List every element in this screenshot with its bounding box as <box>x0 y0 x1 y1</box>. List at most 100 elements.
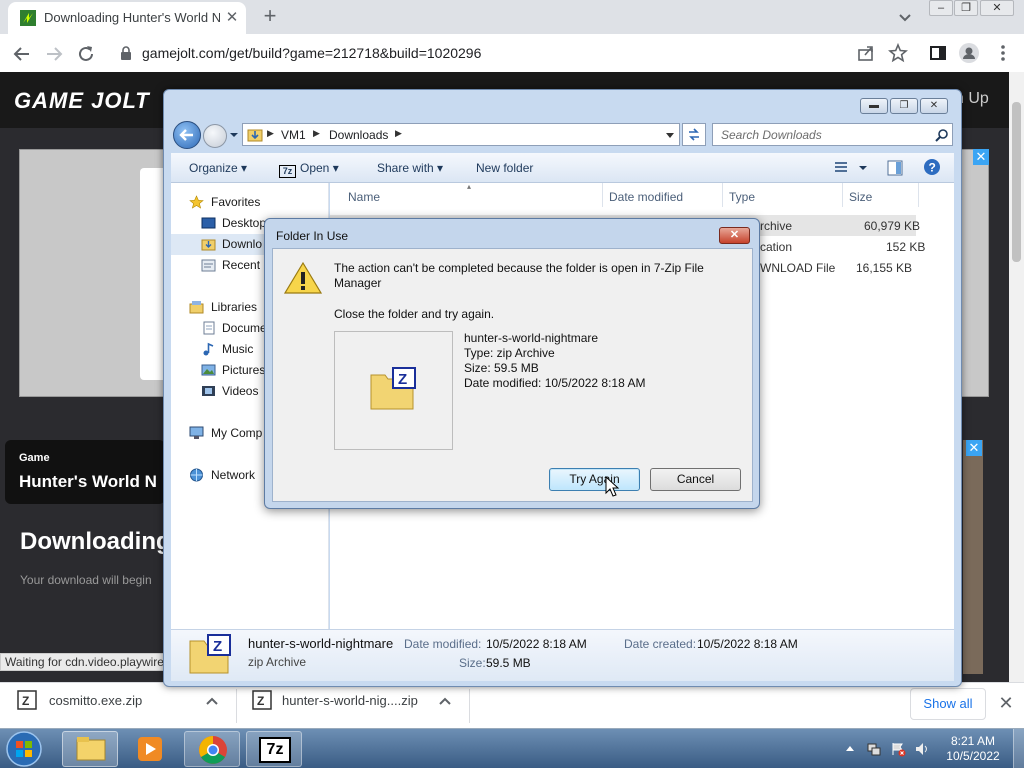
folder-in-use-dialog[interactable]: Folder In Use ✕ The action can't be comp… <box>264 218 760 509</box>
clock-date: 10/5/2022 <box>946 749 1000 763</box>
cancel-button[interactable]: Cancel <box>650 468 741 491</box>
profile-avatar-icon[interactable] <box>958 42 980 64</box>
details-date-modified: 10/5/2022 8:18 AM <box>486 637 587 651</box>
breadcrumb-downloads[interactable]: Downloads <box>329 128 388 142</box>
action-center-icon[interactable] <box>890 741 906 757</box>
recent-pages-dropdown-icon[interactable] <box>229 130 239 140</box>
refresh-icon[interactable] <box>682 123 706 146</box>
side-ad-close-icon[interactable]: ✕ <box>966 440 982 456</box>
breadcrumb-arrow-icon[interactable]: ▶ <box>395 128 402 139</box>
file-info: hunter-s-world-nightmare Type: zip Archi… <box>464 331 645 391</box>
game-card[interactable]: Game Hunter's World N <box>5 440 165 504</box>
menu-kebab-icon[interactable] <box>992 42 1014 64</box>
download-item[interactable]: Z hunter-s-world-nig....zip <box>237 683 469 729</box>
side-panel-icon[interactable] <box>927 42 949 64</box>
chrome-taskbar-icon[interactable] <box>184 731 240 767</box>
volume-icon[interactable] <box>914 741 930 757</box>
show-hidden-icons-icon[interactable] <box>845 743 855 753</box>
share-icon[interactable] <box>855 42 877 64</box>
dialog-message: The action can't be completed because th… <box>334 261 704 290</box>
nav-favorites[interactable]: Favorites <box>171 192 329 213</box>
gamejolt-logo[interactable]: GAME JOLT <box>14 88 150 114</box>
file-info-name: hunter-s-world-nightmare <box>464 331 599 345</box>
explorer-taskbar-icon[interactable] <box>62 731 118 767</box>
column-separator[interactable] <box>722 183 723 207</box>
nav-label: Desktop <box>222 216 267 230</box>
reload-icon[interactable] <box>74 42 98 66</box>
scrollbar-thumb[interactable] <box>1012 102 1021 262</box>
7zip-taskbar-icon[interactable]: 7z <box>246 731 302 767</box>
organize-button[interactable]: Organize ▾ <box>189 161 247 175</box>
close-window-icon[interactable]: ✕ <box>980 0 1014 16</box>
show-all-button[interactable]: Show all <box>910 688 986 720</box>
nav-label: Docume <box>222 321 267 335</box>
explorer-maximize-icon[interactable]: ❐ <box>890 98 918 114</box>
search-icon[interactable] <box>935 128 949 142</box>
back-icon[interactable] <box>173 121 201 149</box>
explorer-search-input[interactable]: Search Downloads <box>712 123 953 146</box>
column-separator[interactable] <box>842 183 843 207</box>
page-scrollbar[interactable] <box>1009 72 1024 682</box>
status-bubble: Waiting for cdn.video.playwire <box>0 653 166 671</box>
organize-label: Organize <box>189 161 238 175</box>
minimize-window-icon[interactable]: – <box>929 0 953 16</box>
open-button[interactable]: 7z Open ▾ <box>279 161 339 178</box>
new-tab-button[interactable]: + <box>258 5 282 29</box>
tab-search-icon[interactable] <box>894 6 916 28</box>
breadcrumb-arrow-icon[interactable]: ▶ <box>267 128 274 139</box>
explorer-window-controls: ▬ ❐ ✕ <box>860 98 950 116</box>
tab-close-icon[interactable]: ✕ <box>222 8 242 28</box>
show-desktop-button[interactable] <box>1013 729 1024 768</box>
star-icon <box>189 195 204 209</box>
forward-arrow-icon[interactable] <box>42 42 66 66</box>
media-player-taskbar-icon[interactable] <box>122 731 178 767</box>
network-tray-icon[interactable] <box>866 741 882 757</box>
nav-label: Pictures <box>222 363 266 377</box>
column-header-date[interactable]: Date modified <box>609 190 683 204</box>
breadcrumb-vm1[interactable]: VM1 <box>281 128 306 142</box>
file-type: WNLOAD File <box>760 261 836 275</box>
lock-icon[interactable] <box>120 46 132 60</box>
restore-window-icon[interactable]: ❐ <box>954 0 978 16</box>
open-label: Open <box>300 161 330 175</box>
chevron-up-icon[interactable] <box>204 693 220 709</box>
explorer-minimize-icon[interactable]: ▬ <box>860 98 888 114</box>
start-button[interactable] <box>2 730 46 768</box>
preview-pane-icon[interactable] <box>887 160 903 176</box>
back-arrow-icon[interactable] <box>10 42 34 66</box>
side-ad[interactable] <box>963 440 983 674</box>
view-options-icon[interactable] <box>833 160 867 176</box>
svg-text:Z: Z <box>22 694 29 708</box>
browser-toolbar: gamejolt.com/get/build?game=212718&build… <box>0 34 1024 72</box>
downloads-bar: Z cosmitto.exe.zip Z hunter-s-world-nig.… <box>0 682 1024 728</box>
bookmark-star-icon[interactable] <box>887 42 909 64</box>
column-header-type[interactable]: Type <box>729 190 755 204</box>
file-size: 152 KB <box>886 240 926 254</box>
search-placeholder: Search Downloads <box>721 128 822 142</box>
dialog-close-icon[interactable]: ✕ <box>719 227 750 244</box>
share-with-button[interactable]: Share with ▾ <box>377 161 443 175</box>
column-separator[interactable] <box>602 183 603 207</box>
column-separator[interactable] <box>918 183 919 207</box>
column-header-name[interactable]: Name <box>348 190 380 204</box>
column-header-size[interactable]: Size <box>849 190 872 204</box>
nav-label: My Comp <box>211 426 263 440</box>
nav-label: Favorites <box>211 195 261 209</box>
breadcrumb-arrow-icon[interactable]: ▶ <box>313 128 320 139</box>
try-again-button[interactable]: Try Again <box>549 468 640 491</box>
new-folder-button[interactable]: New folder <box>476 161 533 175</box>
address-bar[interactable]: gamejolt.com/get/build?game=212718&build… <box>106 38 894 68</box>
tray-clock[interactable]: 8:21 AM 10/5/2022 <box>940 734 1006 764</box>
download-item[interactable]: Z cosmitto.exe.zip <box>0 683 236 729</box>
browser-tab[interactable]: Downloading Hunter's World Nig ✕ <box>8 2 246 34</box>
address-dropdown-icon[interactable] <box>665 131 675 141</box>
ad-close-icon[interactable]: ✕ <box>973 149 989 165</box>
chevron-up-icon[interactable] <box>437 693 453 709</box>
file-info-type: Type: zip Archive <box>464 346 555 360</box>
explorer-close-icon[interactable]: ✕ <box>920 98 948 114</box>
close-downloads-icon[interactable]: ✕ <box>996 691 1016 715</box>
forward-icon[interactable] <box>203 124 227 148</box>
explorer-address-bar[interactable]: ▶ VM1 ▶ Downloads ▶ <box>242 123 680 146</box>
help-icon[interactable]: ? <box>923 158 941 176</box>
tab-strip: Downloading Hunter's World Nig ✕ + – ❐ ✕ <box>0 0 1024 34</box>
